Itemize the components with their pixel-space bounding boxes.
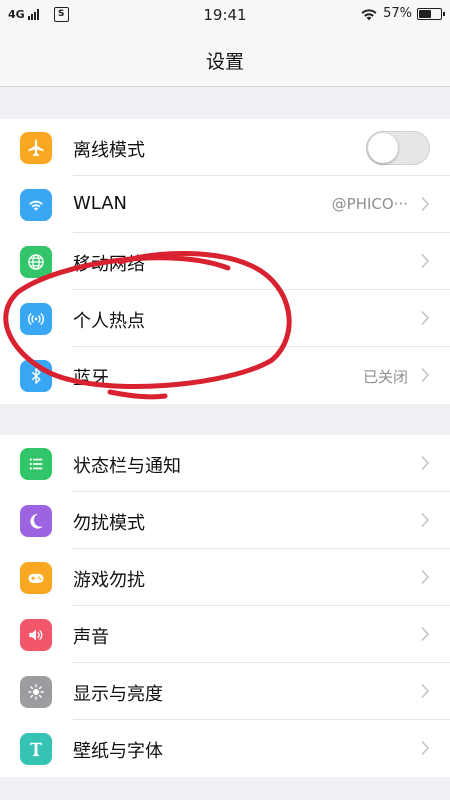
battery-level	[419, 9, 431, 18]
status-bar: 4G S 19:41 57%	[0, 0, 450, 32]
settings-item-game-do-not-disturb[interactable]: 游戏勿扰	[0, 549, 450, 606]
settings-item-label: 蓝牙	[73, 368, 109, 389]
font-t-icon	[20, 733, 52, 765]
page-title: 设置	[205, 51, 244, 73]
settings-item-label: 状态栏与通知	[73, 456, 181, 477]
chevron-right-icon	[421, 512, 430, 528]
settings-item-label: WLAN	[73, 193, 128, 214]
status-right: 57%	[360, 6, 445, 21]
chevron-right-icon	[421, 683, 430, 699]
settings-group-personalization: 状态栏与通知 勿扰模式 游戏勿扰 声音 显示与亮度 壁纸与字体	[0, 435, 450, 777]
settings-item-label: 移动网络	[73, 254, 145, 275]
settings-item-status-bar-notifications[interactable]: 状态栏与通知	[0, 435, 450, 492]
brightness-icon	[20, 676, 52, 708]
settings-item-do-not-disturb[interactable]: 勿扰模式	[0, 492, 450, 549]
settings-item-value: 已关闭	[362, 368, 408, 386]
notification-list-icon	[20, 448, 52, 480]
settings-item-personal-hotspot[interactable]: 个人热点	[0, 290, 450, 347]
nav-bar: 设置	[0, 32, 450, 87]
settings-item-value: @PHICO···	[331, 195, 408, 213]
battery-icon	[417, 7, 445, 20]
settings-item-mobile-network[interactable]: 移动网络	[0, 233, 450, 290]
airplane-mode-toggle[interactable]	[366, 131, 430, 165]
settings-item-label: 显示与亮度	[73, 684, 163, 705]
hotspot-icon	[20, 303, 52, 335]
settings-item-label: 离线模式	[73, 140, 145, 161]
settings-item-label: 声音	[73, 627, 109, 648]
settings-item-wallpaper-font[interactable]: 壁纸与字体	[0, 720, 450, 777]
settings-group-connectivity: 离线模式 WLAN @PHICO··· 移动网络 个人热点 蓝牙 已关闭	[0, 119, 450, 404]
settings-item-airplane-mode[interactable]: 离线模式	[0, 119, 450, 176]
settings-item-bluetooth[interactable]: 蓝牙 已关闭	[0, 347, 450, 404]
battery-percent: 57%	[383, 6, 412, 21]
settings-item-label: 壁纸与字体	[73, 741, 163, 762]
chevron-right-icon	[421, 626, 430, 642]
chevron-right-icon	[421, 455, 430, 471]
chevron-right-icon	[421, 569, 430, 585]
globe-icon	[20, 246, 52, 278]
settings-item-label: 勿扰模式	[73, 513, 145, 534]
chevron-right-icon	[421, 740, 430, 756]
toggle-knob	[368, 133, 398, 163]
settings-item-wlan[interactable]: WLAN @PHICO···	[0, 176, 450, 233]
chevron-right-icon	[421, 196, 430, 212]
gamepad-icon	[20, 562, 52, 594]
wifi-status-icon	[361, 8, 377, 20]
chevron-right-icon	[421, 310, 430, 326]
speaker-icon	[20, 619, 52, 651]
wifi-icon	[20, 189, 52, 221]
bluetooth-icon	[20, 360, 52, 392]
settings-item-label: 游戏勿扰	[73, 570, 145, 591]
settings-item-display-brightness[interactable]: 显示与亮度	[0, 663, 450, 720]
settings-item-label: 个人热点	[73, 311, 145, 332]
settings-item-sound[interactable]: 声音	[0, 606, 450, 663]
chevron-right-icon	[421, 253, 430, 269]
chevron-right-icon	[421, 367, 430, 383]
moon-icon	[20, 505, 52, 537]
airplane-icon	[20, 132, 52, 164]
